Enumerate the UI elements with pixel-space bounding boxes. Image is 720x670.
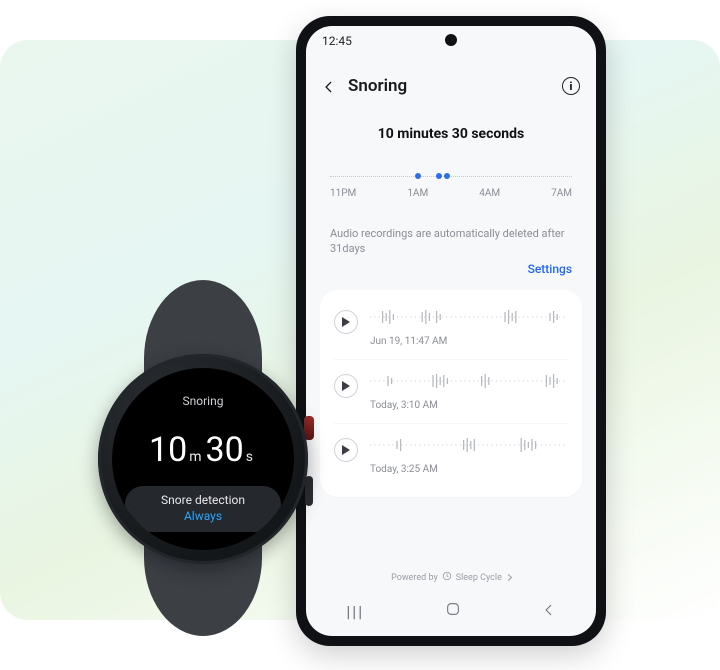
- chevron-right-icon: [505, 574, 512, 581]
- watch-title: Snoring: [112, 394, 294, 408]
- recordings-card: Jun 19, 11:47 AM: [320, 290, 582, 497]
- chip-label: Snore detection: [143, 494, 263, 507]
- timeline-labels: 11PM 1AM 4AM 7AM: [330, 188, 572, 199]
- watch-duration: 10m 30s: [112, 430, 294, 470]
- timeline-event-dot: [436, 173, 442, 179]
- play-button[interactable]: [334, 374, 358, 398]
- camera-cutout: [445, 34, 457, 46]
- waveform: [370, 308, 568, 326]
- watch-device: Snoring 10m 30s Snore detection Always: [86, 280, 320, 636]
- play-button[interactable]: [334, 438, 358, 462]
- app-header: Snoring i: [306, 66, 596, 106]
- waveform: [370, 372, 568, 390]
- phone-screen: 12:45 Snoring i 10 minutes 30 seconds 11…: [306, 26, 596, 636]
- recording-timestamp: Today, 3:25 AM: [370, 464, 568, 475]
- system-navbar: |||: [306, 596, 596, 626]
- snoring-timeline[interactable]: 11PM 1AM 4AM 7AM: [330, 166, 572, 199]
- status-time: 12:45: [322, 34, 352, 48]
- timeline-event-dot: [444, 173, 450, 179]
- recording-row: Jun 19, 11:47 AM: [334, 296, 568, 359]
- home-icon[interactable]: [445, 601, 461, 621]
- timeline-label: 7AM: [551, 188, 572, 199]
- phone-frame: 12:45 Snoring i 10 minutes 30 seconds 11…: [296, 16, 606, 646]
- powered-by[interactable]: Powered by Sleep Cycle: [306, 571, 596, 584]
- page-title: Snoring: [348, 76, 562, 96]
- timeline-label: 1AM: [407, 188, 428, 199]
- back-icon[interactable]: [322, 79, 336, 93]
- recording-timestamp: Jun 19, 11:47 AM: [370, 336, 568, 347]
- settings-link[interactable]: Settings: [528, 262, 572, 276]
- timeline-label: 11PM: [330, 188, 356, 199]
- snore-detection-chip[interactable]: Snore detection Always: [125, 486, 281, 532]
- recents-icon[interactable]: |||: [346, 602, 364, 621]
- clock-icon: [442, 571, 452, 584]
- info-icon[interactable]: i: [562, 77, 580, 95]
- nav-back-icon[interactable]: [542, 602, 556, 621]
- timeline-line: [330, 176, 572, 177]
- timeline-label: 4AM: [479, 188, 500, 199]
- watch-screen[interactable]: Snoring 10m 30s Snore detection Always: [112, 368, 294, 550]
- auto-delete-note: Audio recordings are automatically delet…: [330, 226, 572, 257]
- recording-timestamp: Today, 3:10 AM: [370, 400, 568, 411]
- powered-brand: Sleep Cycle: [456, 573, 502, 583]
- play-button[interactable]: [334, 310, 358, 334]
- chip-value: Always: [143, 509, 263, 523]
- powered-prefix: Powered by: [391, 573, 438, 583]
- timeline-event-dot: [415, 173, 421, 179]
- minutes-unit: m: [189, 449, 201, 465]
- waveform: [370, 436, 568, 454]
- timeline-track: [330, 166, 572, 186]
- seconds-unit: s: [246, 449, 253, 465]
- watch-side-button[interactable]: [305, 476, 313, 506]
- recording-row: Today, 3:25 AM: [334, 423, 568, 487]
- recording-row: Today, 3:10 AM: [334, 359, 568, 423]
- watch-minutes: 10: [149, 430, 187, 470]
- watch-seconds: 30: [206, 430, 244, 470]
- total-snoring-duration: 10 minutes 30 seconds: [306, 126, 596, 142]
